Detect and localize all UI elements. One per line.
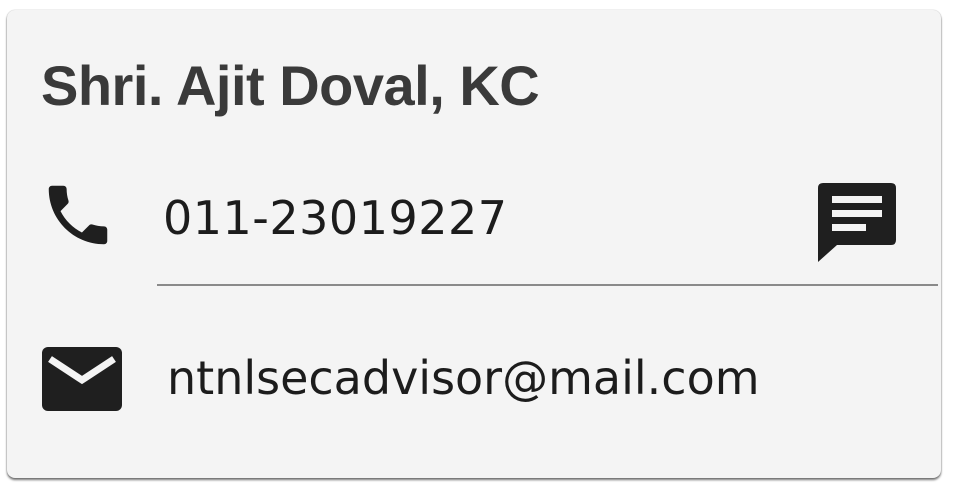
phone-number[interactable]: 011-23019227 <box>163 192 508 244</box>
message-icon[interactable] <box>815 180 899 262</box>
mail-icon[interactable] <box>41 346 123 412</box>
contact-name: Shri. Ajit Doval, KC <box>41 54 540 117</box>
email-row[interactable]: ntnlsecadvisor@mail.com <box>7 330 941 440</box>
contact-card: Shri. Ajit Doval, KC 011-23019227 ntnlse… <box>7 10 941 478</box>
phone-icon[interactable] <box>39 176 117 254</box>
divider <box>157 284 938 286</box>
phone-row[interactable]: 011-23019227 <box>7 170 941 280</box>
email-address[interactable]: ntnlsecadvisor@mail.com <box>167 352 760 404</box>
